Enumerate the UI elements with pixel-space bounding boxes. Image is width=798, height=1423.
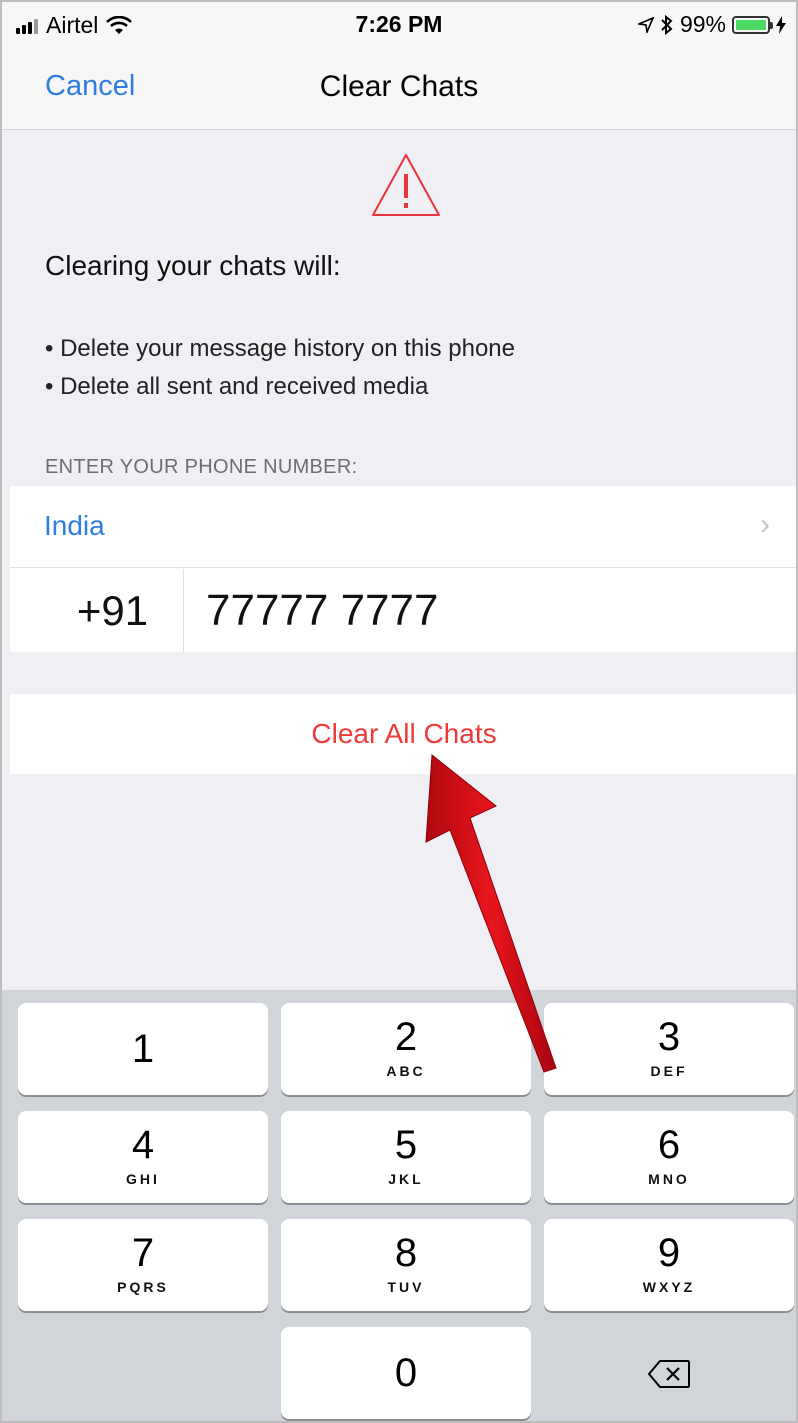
key-0[interactable]: 0 bbox=[281, 1327, 531, 1419]
key-digit: 9 bbox=[657, 1231, 681, 1275]
bluetooth-icon bbox=[661, 14, 673, 35]
country-selector[interactable]: India › bbox=[10, 486, 798, 568]
key-letters: DEF bbox=[650, 1063, 688, 1079]
country-code-field[interactable]: +91 bbox=[42, 569, 184, 652]
chevron-right-icon: › bbox=[760, 508, 770, 541]
key-letters: WXYZ bbox=[642, 1279, 696, 1295]
key-8[interactable]: 8 TUV bbox=[281, 1219, 531, 1311]
key-9[interactable]: 9 WXYZ bbox=[544, 1219, 794, 1311]
key-letters: MNO bbox=[648, 1171, 690, 1187]
key-digit: 0 bbox=[394, 1351, 418, 1395]
key-digit: 4 bbox=[131, 1123, 155, 1167]
bullet-item: • Delete your message history on this ph… bbox=[45, 335, 515, 362]
bullet-list: • Delete your message history on this ph… bbox=[45, 330, 515, 406]
key-4[interactable]: 4 GHI bbox=[18, 1111, 268, 1203]
cancel-button[interactable]: Cancel bbox=[45, 70, 135, 103]
charging-bolt-icon bbox=[776, 15, 786, 34]
clear-all-chats-button[interactable]: Clear All Chats bbox=[10, 694, 798, 774]
key-3[interactable]: 3 DEF bbox=[544, 1003, 794, 1095]
phone-form-card: India › +91 bbox=[10, 486, 798, 652]
key-digit: 6 bbox=[657, 1123, 681, 1167]
bullet-item: • Delete all sent and received media bbox=[45, 373, 429, 400]
key-5[interactable]: 5 JKL bbox=[281, 1111, 531, 1203]
key-1[interactable]: 1 bbox=[18, 1003, 268, 1095]
phone-section-label: ENTER YOUR PHONE NUMBER: bbox=[45, 456, 358, 478]
key-digit: 5 bbox=[394, 1123, 418, 1167]
country-label: India bbox=[44, 510, 105, 541]
location-arrow-icon bbox=[637, 16, 654, 33]
key-letters: PQRS bbox=[117, 1279, 169, 1295]
key-digit: 1 bbox=[131, 1027, 155, 1071]
status-right: 99% bbox=[637, 11, 786, 38]
key-letters: JKL bbox=[388, 1171, 424, 1187]
warning-triangle-icon bbox=[372, 154, 440, 216]
key-2[interactable]: 2 ABC bbox=[281, 1003, 531, 1095]
key-digit: 3 bbox=[657, 1015, 681, 1059]
status-bar: Airtel 7:26 PM 99% bbox=[0, 0, 798, 48]
clear-intro-text: Clearing your chats will: bbox=[45, 250, 341, 281]
phone-row: +91 bbox=[10, 569, 798, 652]
backspace-icon bbox=[648, 1360, 690, 1388]
battery-percent: 99% bbox=[679, 11, 726, 37]
key-digit: 2 bbox=[394, 1015, 418, 1059]
delete-key[interactable] bbox=[544, 1328, 794, 1420]
key-7[interactable]: 7 PQRS bbox=[18, 1219, 268, 1311]
key-letters: TUV bbox=[387, 1279, 425, 1295]
key-6[interactable]: 6 MNO bbox=[544, 1111, 794, 1203]
phone-number-input[interactable] bbox=[206, 569, 766, 652]
battery-icon bbox=[732, 15, 773, 34]
key-letters: ABC bbox=[386, 1063, 426, 1079]
key-digit: 8 bbox=[394, 1231, 418, 1275]
nav-bar: Clear Chats Cancel bbox=[0, 48, 798, 130]
key-letters: GHI bbox=[126, 1171, 160, 1187]
key-digit: 7 bbox=[131, 1231, 155, 1275]
